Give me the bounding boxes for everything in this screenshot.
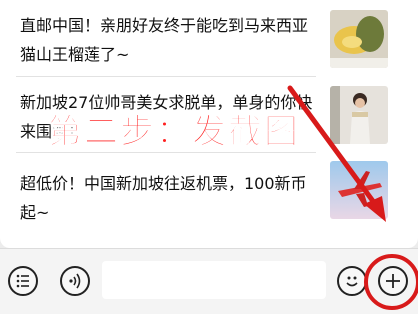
woman-thumbnail[interactable] [330, 86, 388, 144]
article-title: 超低价！中国新加坡往返机票，100新币起~ [20, 174, 307, 222]
voice-icon [69, 273, 81, 289]
item-divider [16, 76, 316, 77]
emoji-button[interactable] [337, 266, 367, 296]
durian-photo-icon [330, 10, 388, 68]
more-functions-button[interactable] [378, 266, 408, 296]
menu-toggle-button[interactable] [8, 266, 38, 296]
step-annotation: 第二步：发截图 [48, 112, 300, 153]
article-title: 直邮中国！亲朋好友终于能吃到马来西亚猫山王榴莲了~ [20, 16, 309, 64]
plus-icon [386, 274, 400, 288]
emoji-icon [346, 276, 358, 287]
woman-portrait-photo-icon [330, 86, 388, 144]
airplane-photo-icon [330, 161, 388, 219]
list-icon [16, 274, 29, 288]
article-item-1[interactable]: 直邮中国！亲朋好友终于能吃到马来西亚猫山王榴莲了~ [20, 11, 320, 69]
article-item-3[interactable]: 超低价！中国新加坡往返机票，100新币起~ [20, 169, 320, 227]
message-input[interactable] [102, 261, 326, 299]
voice-button[interactable] [60, 266, 90, 296]
airplane-thumbnail[interactable] [330, 161, 388, 219]
durian-thumbnail[interactable] [330, 10, 388, 68]
chat-input-bar [0, 248, 418, 314]
